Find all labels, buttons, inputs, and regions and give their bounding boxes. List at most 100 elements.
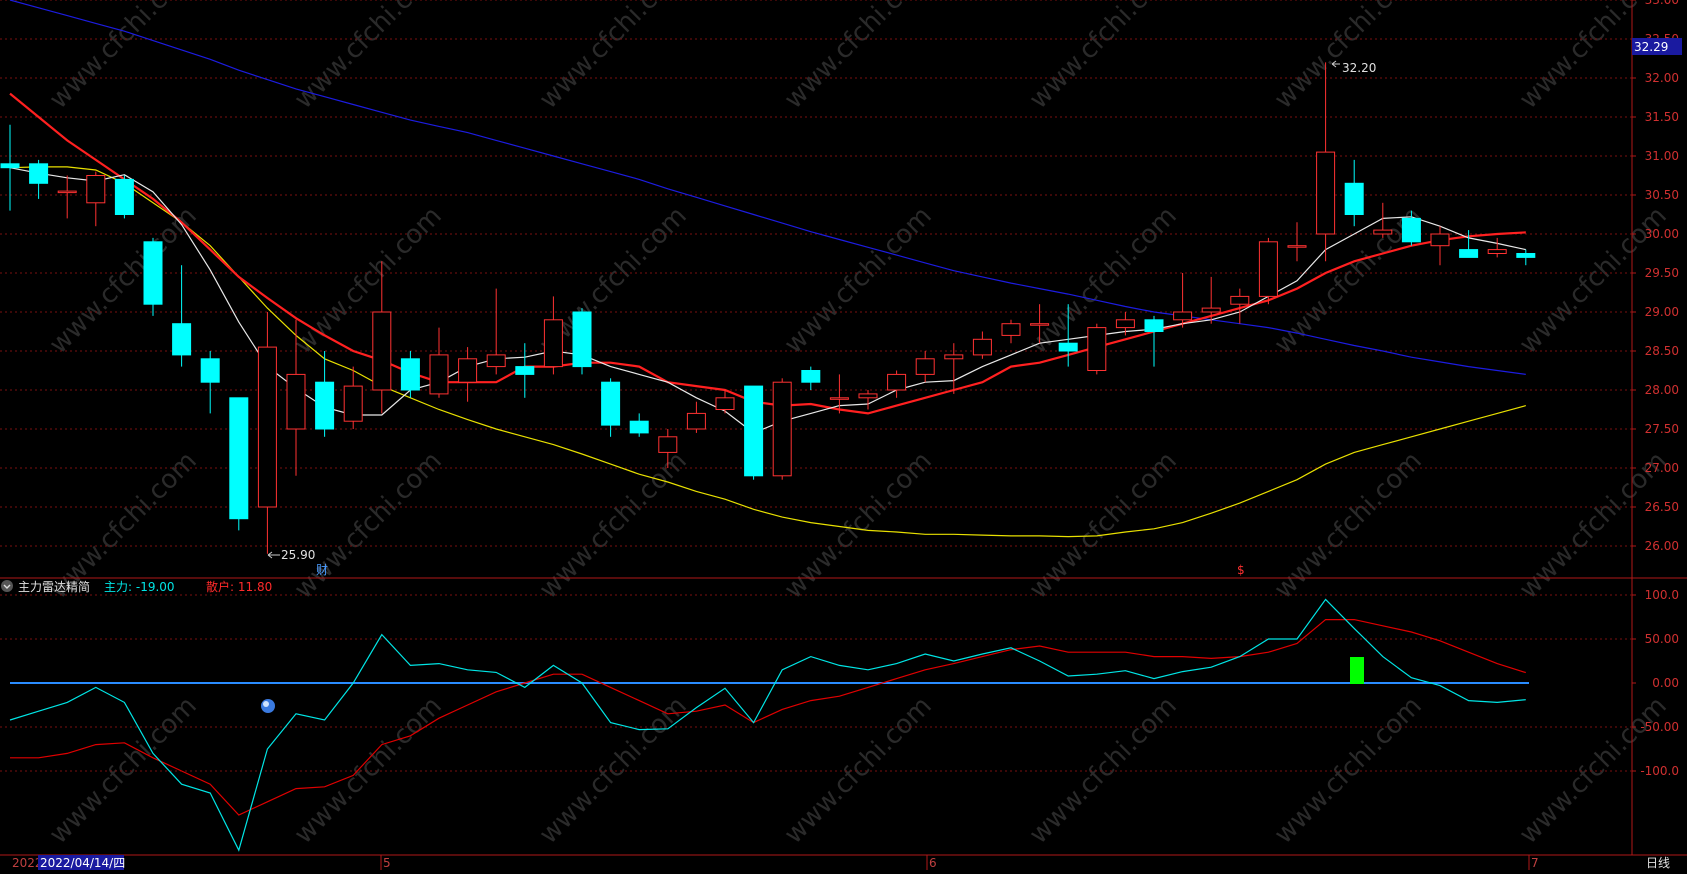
candle-body-up (658, 436, 678, 453)
candle-body-down (1144, 319, 1164, 332)
month-tick-6: 6 (929, 856, 937, 870)
candle-body-down (29, 163, 49, 184)
candle-body-up (1173, 311, 1193, 321)
price-tick-label: 31.00 (1645, 149, 1679, 163)
signal-bar (1350, 657, 1364, 684)
candle-body-down (229, 397, 249, 520)
candle-body-up (772, 381, 792, 477)
candle-body-up (543, 319, 563, 368)
indicator-tick-label: 50.00 (1645, 632, 1679, 646)
candle-body-up (1201, 307, 1221, 313)
candle-body-down (1459, 249, 1479, 258)
chevron-down-icon[interactable] (1, 580, 13, 592)
price-tick-label: 28.50 (1645, 344, 1679, 358)
price-tick-label: 26.50 (1645, 500, 1679, 514)
candle-body-down (801, 370, 821, 383)
candle[interactable] (744, 385, 764, 480)
candle-body-down (315, 381, 335, 430)
candle-body-up (343, 385, 363, 422)
candle[interactable] (1087, 323, 1107, 375)
candle-body-down (0, 163, 20, 169)
candle[interactable] (229, 397, 249, 531)
candle-body-down (143, 241, 163, 305)
candle-body-up (887, 373, 907, 391)
candle[interactable] (114, 175, 134, 219)
candle-body-up (858, 393, 878, 399)
candle-body-up (1230, 295, 1250, 305)
price-tick-label: 28.00 (1645, 383, 1679, 397)
chart-background (0, 0, 1687, 870)
kline-chart-window: www.cfchi.com www.cfchi.com www.cfchi.com w… (0, 0, 1687, 870)
period-button[interactable]: 日线 (1646, 856, 1670, 870)
indicator-title[interactable]: 主力雷达精简 (18, 580, 90, 594)
indicator-tick-label: 100.0 (1645, 588, 1679, 602)
candle-body-down (400, 358, 420, 391)
cursor-date-label: 2022/04/14/四 (40, 856, 125, 870)
current-price-label: 32.29 (1634, 40, 1668, 54)
signal-dot-icon (261, 699, 275, 713)
candle-body-up (286, 373, 306, 430)
price-tick-label: 27.50 (1645, 422, 1679, 436)
candle-body-down (1058, 342, 1078, 352)
candle-body-up (1316, 151, 1336, 235)
candle-body-up (57, 190, 77, 194)
candle-body-up (486, 354, 506, 368)
candle-body-up (1087, 327, 1107, 372)
month-tick-7: 7 (1531, 856, 1539, 870)
finance-event-marker[interactable]: 财 (316, 563, 328, 577)
dividend-event-marker[interactable]: $ (1237, 563, 1245, 577)
current-price-badge: 32.29 (1632, 38, 1682, 55)
price-tick-label: 26.00 (1645, 539, 1679, 553)
candle-body-down (601, 381, 621, 426)
indicator-tick-label: -50.00 (1640, 720, 1679, 734)
price-tick-label: 27.00 (1645, 461, 1679, 475)
candle-body-up (86, 175, 106, 204)
candle-body-down (172, 323, 192, 356)
candle-body-down (1344, 182, 1364, 216)
candle[interactable] (572, 308, 592, 375)
candle-body-up (972, 338, 992, 356)
candle-body-up (686, 412, 706, 430)
candle-body-up (1373, 229, 1393, 235)
candle-body-up (1030, 323, 1050, 326)
candle-body-up (1001, 323, 1021, 336)
candle-body-down (515, 366, 535, 375)
axis-start-label: 2022 (12, 856, 43, 870)
candle-body-up (372, 311, 392, 391)
candle-body-up (1115, 319, 1135, 329)
candle[interactable] (1258, 237, 1278, 305)
candle-body-down (744, 385, 764, 477)
zhuli-value: 主力: -19.00 (104, 580, 175, 594)
candle-body-up (458, 358, 478, 383)
price-tick-label: 29.00 (1645, 305, 1679, 319)
price-tick-label: 30.00 (1645, 227, 1679, 241)
sanhu-value: 散户: 11.80 (206, 579, 272, 594)
chart-canvas[interactable]: www.cfchi.com www.cfchi.com www.cfchi.com w… (0, 0, 1687, 870)
candle-body-up (429, 354, 449, 395)
candle-body-down (114, 178, 134, 215)
indicator-tick-label: 0.00 (1652, 676, 1679, 690)
indicator-header: 主力雷达精简 主力: -19.00 散户: 11.80 (1, 579, 272, 594)
price-tick-label: 31.50 (1645, 110, 1679, 124)
candle-body-down (629, 420, 649, 434)
candle-body-up (1258, 241, 1278, 297)
candle-body-down (572, 311, 592, 368)
indicator-tick-label: -100.0 (1640, 764, 1679, 778)
candle-body-up (1487, 249, 1507, 255)
candle-body-up (1287, 245, 1307, 248)
candle-body-up (257, 346, 277, 508)
price-tick-label: 30.50 (1645, 188, 1679, 202)
candle-body-up (944, 354, 964, 360)
candle-body-down (200, 358, 220, 383)
candle[interactable] (143, 237, 163, 316)
month-tick-5: 5 (383, 856, 391, 870)
candle-body-up (915, 358, 935, 375)
price-tick-label: 29.50 (1645, 266, 1679, 280)
high-price-label: 32.20 (1342, 61, 1376, 75)
price-tick-label: 32.00 (1645, 71, 1679, 85)
candle[interactable] (772, 378, 792, 480)
candle-body-up (1430, 233, 1450, 247)
candle-body-up (829, 397, 849, 400)
low-price-label: 25.90 (281, 548, 315, 562)
candle-body-up (715, 397, 735, 410)
